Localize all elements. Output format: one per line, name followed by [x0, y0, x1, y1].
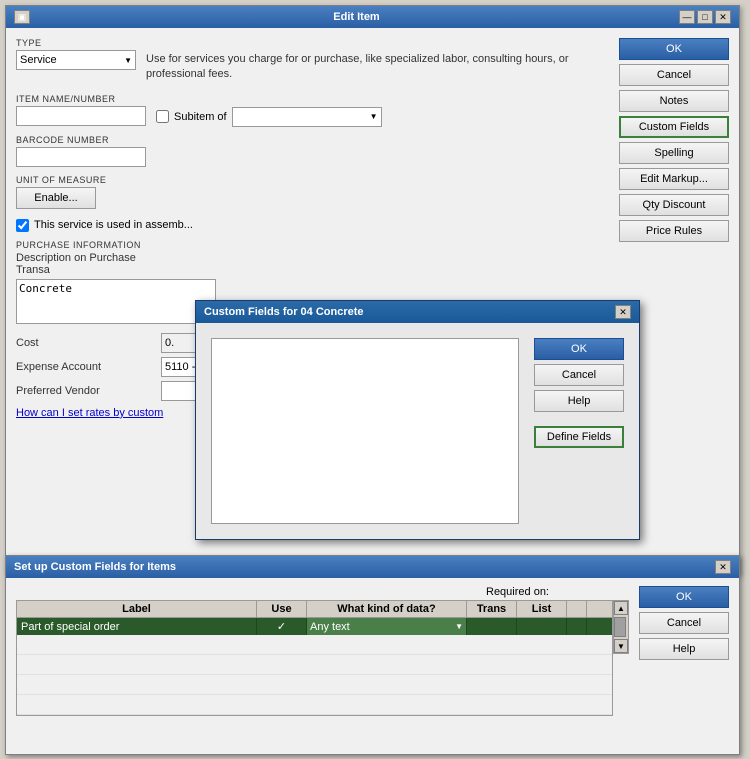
expense-label: Expense Account	[16, 361, 156, 373]
custom-fields-ok-button[interactable]: OK	[534, 338, 624, 360]
vendor-label: Preferred Vendor	[16, 385, 156, 397]
purchase-info-label: PURCHASE INFORMATION	[16, 240, 609, 250]
barcode-label: Barcode Number	[16, 135, 609, 145]
table-row-empty-2	[17, 655, 612, 675]
barcode-input[interactable]	[16, 147, 146, 167]
table-row-empty-1	[17, 635, 612, 655]
ok-button[interactable]: OK	[619, 38, 729, 60]
description-row: Description on Purchase Transa	[16, 252, 609, 276]
setup-cancel-button[interactable]: Cancel	[639, 612, 729, 634]
label-header: Label	[17, 601, 257, 617]
type-label: TYPE	[16, 38, 136, 48]
setup-custom-fields-window: Set up Custom Fields for Items ✕ Require…	[5, 555, 740, 755]
label-cell[interactable]: Part of special order	[17, 618, 257, 635]
data-type-cell[interactable]: Any text ▼	[307, 618, 467, 635]
setup-dialog-buttons: OK Cancel Help	[639, 586, 729, 716]
minimize-button[interactable]: —	[679, 10, 695, 24]
scroll-down-button[interactable]: ▼	[614, 639, 628, 653]
list-cell[interactable]	[517, 618, 567, 635]
subitem-checkbox[interactable]	[156, 110, 169, 123]
table-scrollbar: ▲ ▼	[613, 600, 629, 654]
setup-title-bar: Set up Custom Fields for Items ✕	[6, 556, 739, 578]
item-name-label: Item Name/Number	[16, 94, 146, 104]
table-row: Part of special order ✓ Any text ▼	[17, 618, 612, 635]
cancel-button[interactable]: Cancel	[619, 64, 729, 86]
unit-of-measure-label: UNIT OF MEASURE	[16, 175, 609, 185]
table-header: Label Use What kind of data? Trans List	[17, 601, 612, 618]
subitem-label: Subitem of	[174, 111, 227, 123]
setup-window-content: Required on: Label Use What kind of data…	[6, 578, 739, 724]
item-name-row: Item Name/Number 04 Concrete Subitem of …	[16, 93, 609, 127]
spelling-button[interactable]: Spelling	[619, 142, 729, 164]
close-button[interactable]: ✕	[715, 10, 731, 24]
custom-fields-dialog-content: OK Cancel Help Define Fields	[196, 323, 639, 539]
table-row-empty-4	[17, 695, 612, 715]
cost-value: 0.	[165, 337, 174, 349]
title-bar-controls: — □ ✕	[679, 10, 731, 24]
row-scroll-cell	[567, 618, 587, 635]
subitem-dropdown-icon[interactable]: ▼	[370, 112, 378, 121]
type-section: TYPE Service ▼	[16, 38, 136, 70]
enable-button[interactable]: Enable...	[16, 187, 96, 209]
custom-fields-close-button[interactable]: ✕	[615, 305, 631, 319]
setup-table-section: Required on: Label Use What kind of data…	[16, 586, 629, 716]
subitem-row: Subitem of ▼	[156, 93, 382, 127]
required-on-label: Required on:	[486, 586, 549, 598]
window-icon: ▣	[14, 10, 30, 24]
define-fields-button[interactable]: Define Fields	[534, 426, 624, 448]
item-name-section: Item Name/Number 04 Concrete	[16, 94, 146, 126]
setup-table: Label Use What kind of data? Trans List …	[16, 600, 613, 716]
edit-item-title: Edit Item	[34, 11, 679, 23]
use-cell[interactable]: ✓	[257, 618, 307, 635]
qty-discount-button[interactable]: Qty Discount	[619, 194, 729, 216]
data-type-dropdown-icon[interactable]: ▼	[455, 622, 463, 631]
type-row: TYPE Service ▼ Use for services you char…	[16, 38, 609, 83]
setup-close-button[interactable]: ✕	[715, 560, 731, 574]
table-row-empty-3	[17, 675, 612, 695]
item-name-input[interactable]: 04 Concrete	[16, 106, 146, 126]
notes-button[interactable]: Notes	[619, 90, 729, 112]
list-header: List	[517, 601, 567, 617]
cost-label: Cost	[16, 337, 156, 349]
setup-help-button[interactable]: Help	[639, 638, 729, 660]
price-rules-button[interactable]: Price Rules	[619, 220, 729, 242]
custom-fields-title-bar: Custom Fields for 04 Concrete ✕	[196, 301, 639, 323]
custom-fields-help-button[interactable]: Help	[534, 390, 624, 412]
setup-table-wrapper: Label Use What kind of data? Trans List …	[16, 600, 629, 716]
assembly-text: This service is used in assemb...	[34, 219, 193, 231]
custom-fields-cancel-button[interactable]: Cancel	[534, 364, 624, 386]
rates-link[interactable]: How can I set rates by custom	[16, 407, 163, 419]
desc-label: Description on Purchase Transa	[16, 252, 156, 276]
unit-of-measure-section: UNIT OF MEASURE Enable...	[16, 175, 609, 209]
custom-fields-dialog: Custom Fields for 04 Concrete ✕ OK Cance…	[195, 300, 640, 540]
type-value: Service	[20, 54, 124, 66]
maximize-button[interactable]: □	[697, 10, 713, 24]
setup-window-title: Set up Custom Fields for Items	[14, 561, 176, 573]
type-dropdown-icon[interactable]: ▼	[124, 56, 132, 65]
scroll-header	[567, 601, 587, 617]
type-description: Use for services you charge for or purch…	[146, 38, 609, 83]
description-textarea[interactable]	[16, 279, 216, 324]
trans-cell[interactable]	[467, 618, 517, 635]
what-kind-header: What kind of data?	[307, 601, 467, 617]
custom-fields-dialog-buttons: OK Cancel Help Define Fields	[534, 338, 624, 524]
use-header: Use	[257, 601, 307, 617]
assembly-checkbox-row: This service is used in assemb...	[16, 219, 609, 232]
edit-item-title-bar: ▣ Edit Item — □ ✕	[6, 6, 739, 28]
custom-fields-dialog-title: Custom Fields for 04 Concrete	[204, 306, 364, 318]
setup-ok-button[interactable]: OK	[639, 586, 729, 608]
scroll-thumb[interactable]	[614, 617, 626, 637]
custom-fields-main-area	[211, 338, 519, 524]
custom-fields-button[interactable]: Custom Fields	[619, 116, 729, 138]
assembly-checkbox[interactable]	[16, 219, 29, 232]
scroll-up-button[interactable]: ▲	[614, 601, 628, 615]
barcode-row: Barcode Number	[16, 135, 609, 167]
trans-header: Trans	[467, 601, 517, 617]
edit-markup-button[interactable]: Edit Markup...	[619, 168, 729, 190]
